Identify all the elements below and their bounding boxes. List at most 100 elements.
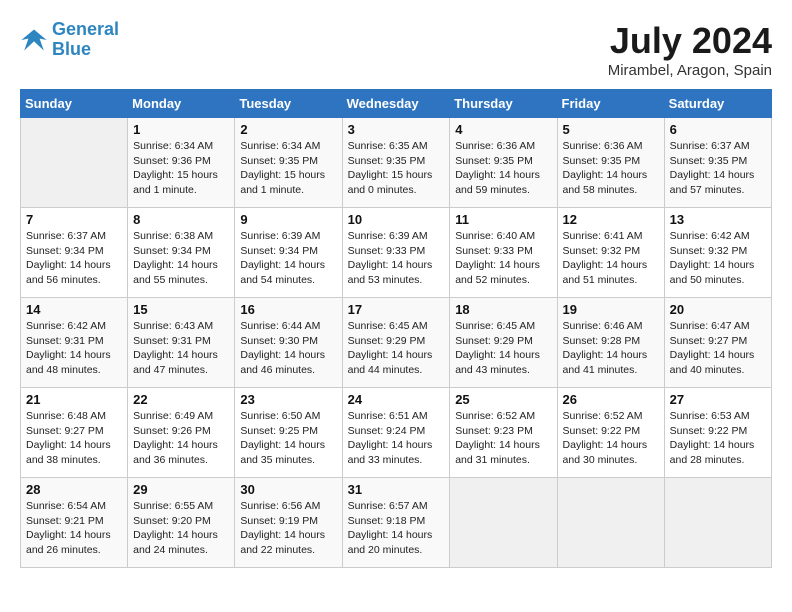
day-number: 17 xyxy=(348,302,445,317)
day-info: Sunrise: 6:36 AM Sunset: 9:35 PM Dayligh… xyxy=(563,139,659,198)
calendar-week-row: 14 Sunrise: 6:42 AM Sunset: 9:31 PM Dayli… xyxy=(21,298,772,388)
day-info: Sunrise: 6:34 AM Sunset: 9:35 PM Dayligh… xyxy=(240,139,336,198)
weekday-header-row: SundayMondayTuesdayWednesdayThursdayFrid… xyxy=(21,90,772,118)
day-number: 26 xyxy=(563,392,659,407)
day-number: 30 xyxy=(240,482,336,497)
calendar-cell: 21 Sunrise: 6:48 AM Sunset: 9:27 PM Dayli… xyxy=(21,388,128,478)
calendar-cell: 14 Sunrise: 6:42 AM Sunset: 9:31 PM Dayli… xyxy=(21,298,128,388)
day-info: Sunrise: 6:51 AM Sunset: 9:24 PM Dayligh… xyxy=(348,409,445,468)
day-number: 24 xyxy=(348,392,445,407)
calendar-cell: 9 Sunrise: 6:39 AM Sunset: 9:34 PM Daylig… xyxy=(235,208,342,298)
day-info: Sunrise: 6:55 AM Sunset: 9:20 PM Dayligh… xyxy=(133,499,229,558)
day-info: Sunrise: 6:46 AM Sunset: 9:28 PM Dayligh… xyxy=(563,319,659,378)
calendar-cell: 4Sunrise: 6:36 AM Sunset: 9:35 PM Daylig… xyxy=(450,118,557,208)
day-info: Sunrise: 6:54 AM Sunset: 9:21 PM Dayligh… xyxy=(26,499,122,558)
calendar-cell: 7 Sunrise: 6:37 AM Sunset: 9:34 PM Daylig… xyxy=(21,208,128,298)
calendar-table: SundayMondayTuesdayWednesdayThursdayFrid… xyxy=(20,89,772,568)
day-number: 3 xyxy=(348,122,445,137)
day-number: 22 xyxy=(133,392,229,407)
day-info: Sunrise: 6:34 AM Sunset: 9:36 PM Dayligh… xyxy=(133,139,229,198)
calendar-cell: 18 Sunrise: 6:45 AM Sunset: 9:29 PM Dayli… xyxy=(450,298,557,388)
weekday-header-cell: Saturday xyxy=(664,90,771,118)
calendar-cell: 22 Sunrise: 6:49 AM Sunset: 9:26 PM Dayli… xyxy=(128,388,235,478)
day-number: 6 xyxy=(670,122,766,137)
calendar-cell: 24 Sunrise: 6:51 AM Sunset: 9:24 PM Dayli… xyxy=(342,388,450,478)
day-info: Sunrise: 6:35 AM Sunset: 9:35 PM Dayligh… xyxy=(348,139,445,198)
day-info: Sunrise: 6:37 AM Sunset: 9:34 PM Dayligh… xyxy=(26,229,122,288)
calendar-cell: 26Sunrise: 6:52 AM Sunset: 9:22 PM Dayli… xyxy=(557,388,664,478)
day-info: Sunrise: 6:52 AM Sunset: 9:23 PM Dayligh… xyxy=(455,409,551,468)
calendar-cell: 2 Sunrise: 6:34 AM Sunset: 9:35 PM Daylig… xyxy=(235,118,342,208)
calendar-cell xyxy=(557,478,664,568)
calendar-week-row: 28Sunrise: 6:54 AM Sunset: 9:21 PM Dayli… xyxy=(21,478,772,568)
day-number: 20 xyxy=(670,302,766,317)
day-number: 15 xyxy=(133,302,229,317)
weekday-header-cell: Thursday xyxy=(450,90,557,118)
day-number: 5 xyxy=(563,122,659,137)
calendar-week-row: 1Sunrise: 6:34 AM Sunset: 9:36 PM Daylig… xyxy=(21,118,772,208)
day-number: 12 xyxy=(563,212,659,227)
logo-line2: Blue xyxy=(52,39,91,59)
calendar-cell: 25Sunrise: 6:52 AM Sunset: 9:23 PM Dayli… xyxy=(450,388,557,478)
calendar-cell: 30Sunrise: 6:56 AM Sunset: 9:19 PM Dayli… xyxy=(235,478,342,568)
day-info: Sunrise: 6:43 AM Sunset: 9:31 PM Dayligh… xyxy=(133,319,229,378)
day-number: 7 xyxy=(26,212,122,227)
calendar-week-row: 21 Sunrise: 6:48 AM Sunset: 9:27 PM Dayli… xyxy=(21,388,772,478)
calendar-cell: 8Sunrise: 6:38 AM Sunset: 9:34 PM Daylig… xyxy=(128,208,235,298)
day-number: 18 xyxy=(455,302,551,317)
day-info: Sunrise: 6:39 AM Sunset: 9:34 PM Dayligh… xyxy=(240,229,336,288)
calendar-body: 1Sunrise: 6:34 AM Sunset: 9:36 PM Daylig… xyxy=(21,118,772,568)
day-number: 31 xyxy=(348,482,445,497)
calendar-week-row: 7 Sunrise: 6:37 AM Sunset: 9:34 PM Daylig… xyxy=(21,208,772,298)
logo-line1: General xyxy=(52,19,119,39)
day-info: Sunrise: 6:50 AM Sunset: 9:25 PM Dayligh… xyxy=(240,409,336,468)
calendar-cell: 11 Sunrise: 6:40 AM Sunset: 9:33 PM Dayli… xyxy=(450,208,557,298)
day-info: Sunrise: 6:45 AM Sunset: 9:29 PM Dayligh… xyxy=(455,319,551,378)
calendar-cell: 3 Sunrise: 6:35 AM Sunset: 9:35 PM Daylig… xyxy=(342,118,450,208)
day-info: Sunrise: 6:37 AM Sunset: 9:35 PM Dayligh… xyxy=(670,139,766,198)
day-info: Sunrise: 6:53 AM Sunset: 9:22 PM Dayligh… xyxy=(670,409,766,468)
calendar-cell: 15 Sunrise: 6:43 AM Sunset: 9:31 PM Dayli… xyxy=(128,298,235,388)
calendar-cell: 5 Sunrise: 6:36 AM Sunset: 9:35 PM Daylig… xyxy=(557,118,664,208)
day-info: Sunrise: 6:44 AM Sunset: 9:30 PM Dayligh… xyxy=(240,319,336,378)
day-info: Sunrise: 6:48 AM Sunset: 9:27 PM Dayligh… xyxy=(26,409,122,468)
weekday-header-cell: Wednesday xyxy=(342,90,450,118)
day-number: 14 xyxy=(26,302,122,317)
day-number: 9 xyxy=(240,212,336,227)
day-info: Sunrise: 6:45 AM Sunset: 9:29 PM Dayligh… xyxy=(348,319,445,378)
location-subtitle: Mirambel, Aragon, Spain xyxy=(608,62,772,79)
calendar-cell: 29 Sunrise: 6:55 AM Sunset: 9:20 PM Dayli… xyxy=(128,478,235,568)
day-info: Sunrise: 6:36 AM Sunset: 9:35 PM Dayligh… xyxy=(455,139,551,198)
day-number: 21 xyxy=(26,392,122,407)
day-info: Sunrise: 6:49 AM Sunset: 9:26 PM Dayligh… xyxy=(133,409,229,468)
day-info: Sunrise: 6:40 AM Sunset: 9:33 PM Dayligh… xyxy=(455,229,551,288)
day-info: Sunrise: 6:42 AM Sunset: 9:32 PM Dayligh… xyxy=(670,229,766,288)
day-number: 11 xyxy=(455,212,551,227)
title-block: July 2024 Mirambel, Aragon, Spain xyxy=(608,20,772,79)
day-number: 29 xyxy=(133,482,229,497)
calendar-cell: 31 Sunrise: 6:57 AM Sunset: 9:18 PM Dayli… xyxy=(342,478,450,568)
logo: General Blue xyxy=(20,20,119,60)
calendar-cell: 17 Sunrise: 6:45 AM Sunset: 9:29 PM Dayli… xyxy=(342,298,450,388)
calendar-cell: 13 Sunrise: 6:42 AM Sunset: 9:32 PM Dayli… xyxy=(664,208,771,298)
calendar-cell: 12 Sunrise: 6:41 AM Sunset: 9:32 PM Dayli… xyxy=(557,208,664,298)
calendar-cell xyxy=(664,478,771,568)
day-number: 2 xyxy=(240,122,336,137)
day-number: 10 xyxy=(348,212,445,227)
calendar-cell: 19 Sunrise: 6:46 AM Sunset: 9:28 PM Dayli… xyxy=(557,298,664,388)
month-title: July 2024 xyxy=(608,20,772,62)
day-info: Sunrise: 6:41 AM Sunset: 9:32 PM Dayligh… xyxy=(563,229,659,288)
day-info: Sunrise: 6:47 AM Sunset: 9:27 PM Dayligh… xyxy=(670,319,766,378)
day-number: 8 xyxy=(133,212,229,227)
calendar-cell: 6 Sunrise: 6:37 AM Sunset: 9:35 PM Daylig… xyxy=(664,118,771,208)
calendar-cell xyxy=(450,478,557,568)
day-info: Sunrise: 6:39 AM Sunset: 9:33 PM Dayligh… xyxy=(348,229,445,288)
weekday-header-cell: Monday xyxy=(128,90,235,118)
day-info: Sunrise: 6:42 AM Sunset: 9:31 PM Dayligh… xyxy=(26,319,122,378)
day-number: 23 xyxy=(240,392,336,407)
calendar-cell: 23 Sunrise: 6:50 AM Sunset: 9:25 PM Dayli… xyxy=(235,388,342,478)
day-number: 13 xyxy=(670,212,766,227)
day-info: Sunrise: 6:57 AM Sunset: 9:18 PM Dayligh… xyxy=(348,499,445,558)
day-number: 19 xyxy=(563,302,659,317)
page-header: General Blue July 2024 Mirambel, Aragon,… xyxy=(20,20,772,79)
